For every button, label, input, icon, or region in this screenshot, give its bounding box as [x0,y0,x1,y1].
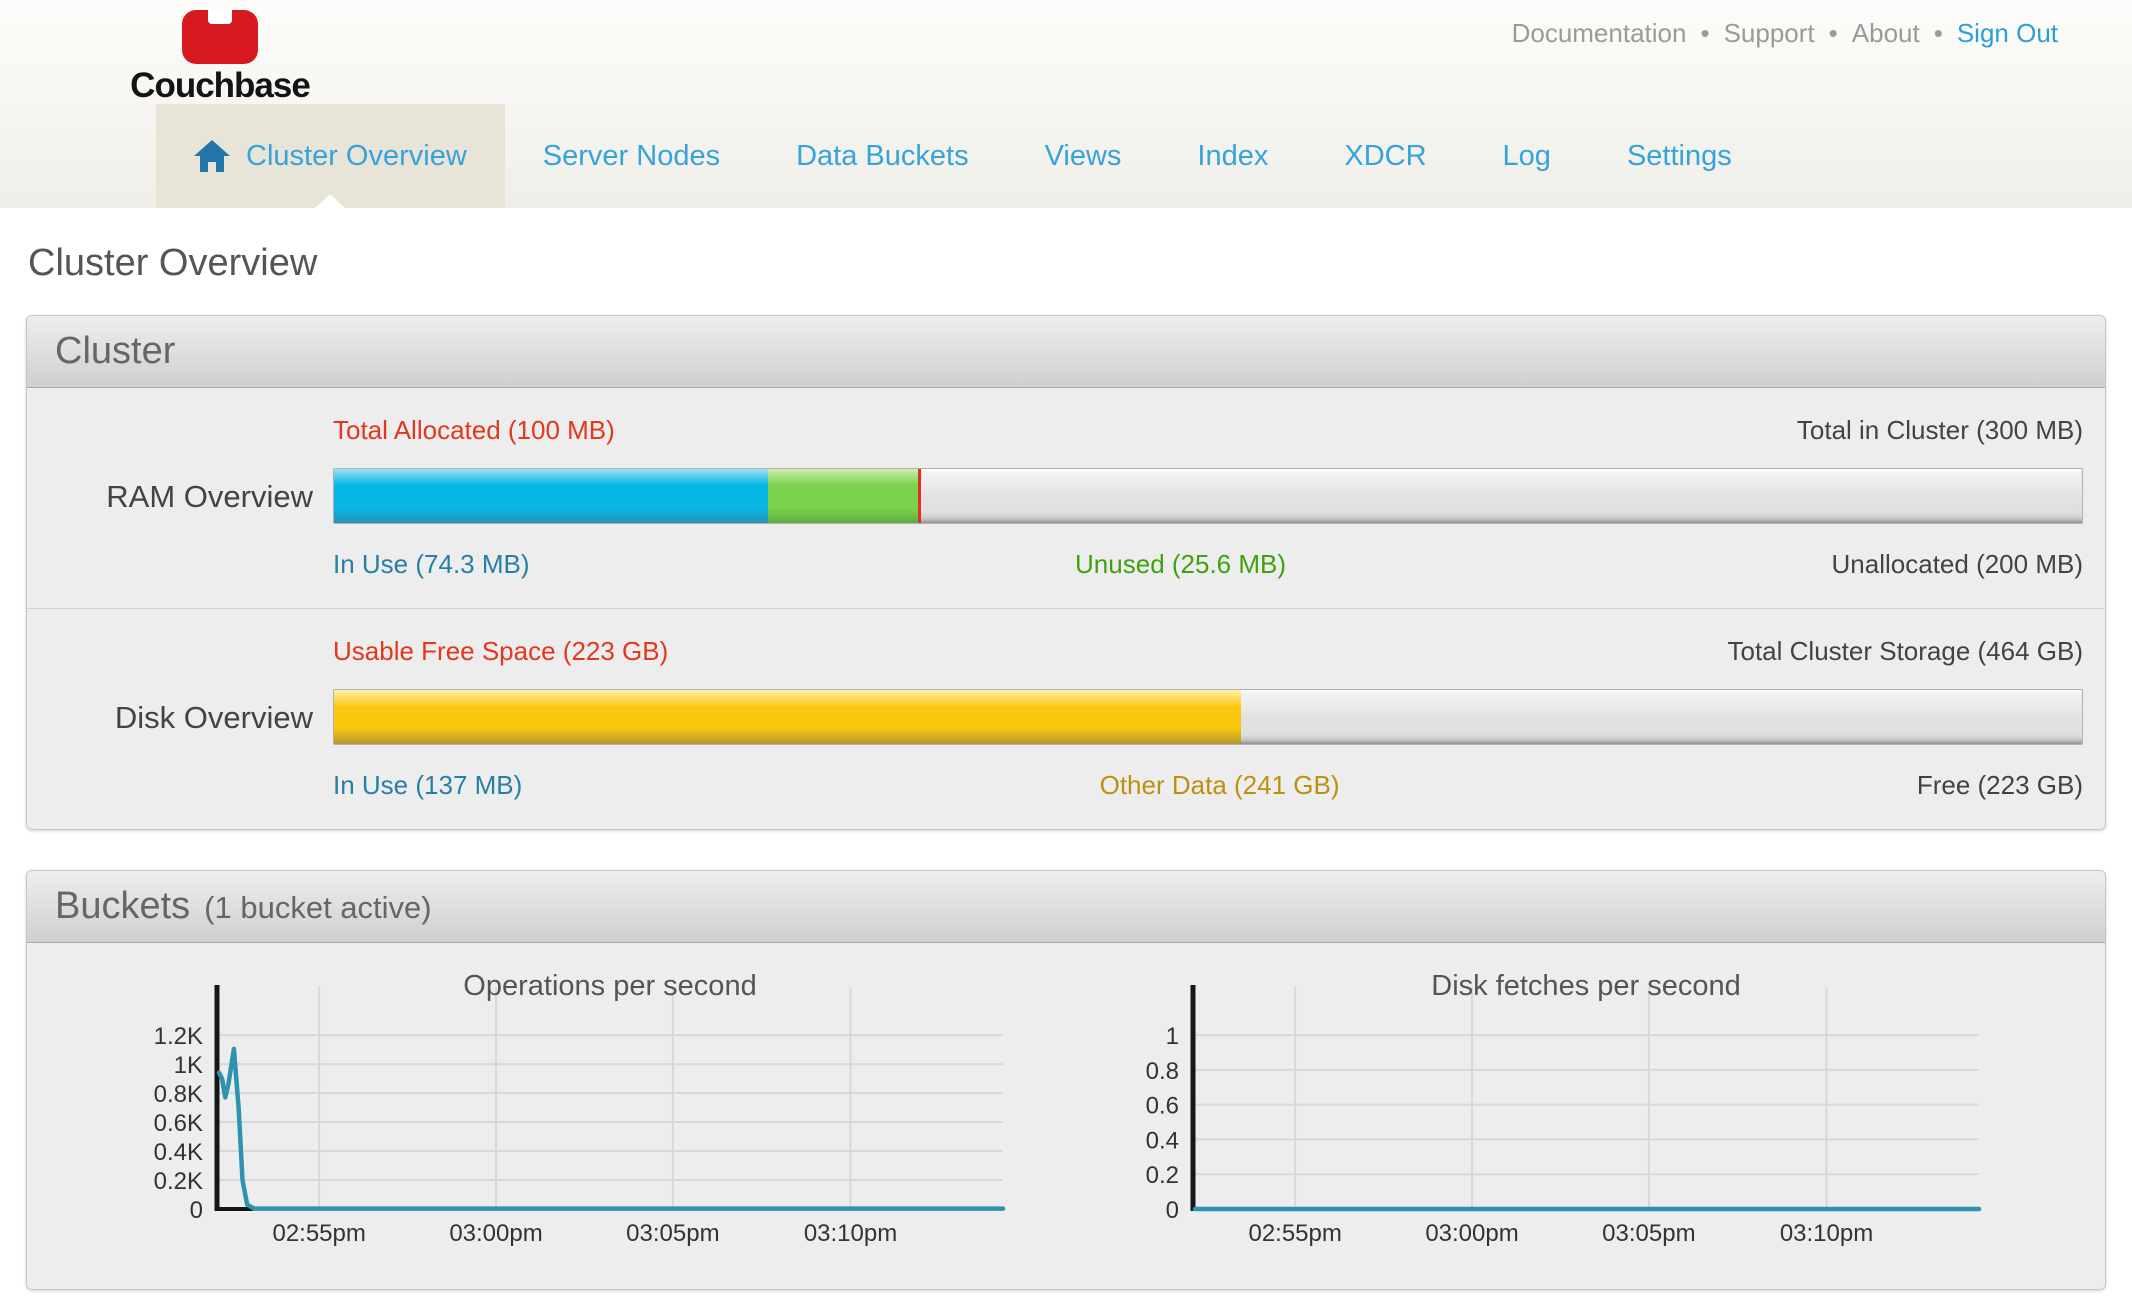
nav-item-log[interactable]: Log [1465,104,1589,208]
couchbase-icon [182,10,258,64]
buckets-panel-title: Buckets [55,885,190,928]
nav-label: Cluster Overview [246,140,467,173]
ram-total-in-cluster-label: Total in Cluster (300 MB) [1797,415,2083,446]
buckets-panel: Buckets (1 bucket active) 00.2K0.4K0.6K0… [26,870,2106,1290]
link-separator: • [1934,18,1943,48]
svg-text:0.6: 0.6 [1146,1093,1179,1120]
svg-text:0.8K: 0.8K [154,1081,203,1108]
nav-label: Data Buckets [796,140,968,173]
link-separator: • [1700,18,1709,48]
disk-row-label: Disk Overview [115,700,333,736]
nav-item-data-buckets[interactable]: Data Buckets [758,104,1006,208]
disk-fetches-per-second-chart: 0 0.2 0.4 0.6 0.8 1 02:55pm 03:00pm 03:05pm 03:10… [1115,969,1995,1269]
nav-item-index[interactable]: Index [1159,104,1306,208]
nav-label: XDCR [1344,140,1426,173]
link-documentation[interactable]: Documentation [1512,18,1687,48]
svg-text:02:55pm: 02:55pm [1248,1220,1341,1247]
svg-text:03:00pm: 03:00pm [449,1220,542,1247]
link-sign-out[interactable]: Sign Out [1957,18,2058,48]
svg-text:0.6K: 0.6K [154,1110,203,1137]
svg-text:02:55pm: 02:55pm [272,1220,365,1247]
nav-item-cluster-overview[interactable]: Cluster Overview [156,104,505,208]
disk-other-data-label: Other Data (241 GB) [1100,770,1340,801]
svg-text:0.2: 0.2 [1146,1162,1179,1189]
disk-total-storage-label: Total Cluster Storage (464 GB) [1728,636,2084,667]
svg-text:0: 0 [190,1197,203,1224]
cluster-panel-body: RAM Overview Total Allocated (100 MB) To… [27,388,2105,829]
brand-logo: Couchbase [122,10,318,106]
nav-item-xdcr[interactable]: XDCR [1306,104,1464,208]
top-header: Couchbase Documentation • Support • About • Si… [0,0,2132,104]
svg-text:Disk fetches per second: Disk fetches per second [1431,970,1740,1002]
svg-text:03:00pm: 03:00pm [1425,1220,1518,1247]
ram-total-allocated-label: Total Allocated (100 MB) [333,415,615,446]
disk-bar-segment-used [334,690,1241,744]
operations-per-second-chart: 00.2K0.4K0.6K0.8K1K1.2K 02:55pm 03:00pm 03:… [139,969,1019,1269]
link-separator: • [1829,18,1838,48]
svg-text:0.4K: 0.4K [154,1139,203,1166]
buckets-panel-header: Buckets (1 bucket active) [27,871,2105,943]
ram-bar-allocated-marker [918,469,921,523]
svg-text:1: 1 [1166,1023,1179,1050]
page-title: Cluster Overview [28,242,2132,285]
ram-usage-bar [333,468,2083,524]
svg-text:03:05pm: 03:05pm [626,1220,719,1247]
main-nav: Cluster Overview Server Nodes Data Bucke… [0,104,2132,208]
svg-text:0: 0 [1166,1197,1179,1224]
ram-unallocated-label: Unallocated (200 MB) [1832,549,2083,580]
cluster-panel-header: Cluster [27,316,2105,388]
ram-bar-segment-unused [768,469,918,523]
cluster-panel-title: Cluster [55,330,175,373]
disk-usage-bar [333,689,2083,745]
header-links: Documentation • Support • About • Sign Out [1512,18,2058,49]
disk-overview-row: Disk Overview Usable Free Space (223 GB)… [27,608,2105,829]
ram-in-use-label: In Use (74.3 MB) [333,549,530,580]
nav-label: Views [1045,140,1122,173]
nav-item-views[interactable]: Views [1007,104,1160,208]
nav-label: Log [1503,140,1551,173]
ram-row-label: RAM Overview [106,479,333,515]
buckets-panel-subtitle: (1 bucket active) [204,890,431,926]
nav-label: Server Nodes [543,140,720,173]
disk-free-label: Free (223 GB) [1917,770,2083,801]
nav-label: Index [1197,140,1268,173]
home-icon [194,140,230,172]
svg-text:1.2K: 1.2K [154,1023,203,1050]
ram-overview-row: RAM Overview Total Allocated (100 MB) To… [27,388,2105,608]
svg-text:03:10pm: 03:10pm [804,1220,897,1247]
svg-text:1K: 1K [174,1052,203,1079]
cluster-panel: Cluster RAM Overview Total Allocated (10… [26,315,2106,830]
disk-in-use-label: In Use (137 MB) [333,770,522,801]
buckets-panel-body: 00.2K0.4K0.6K0.8K1K1.2K02:55pm03:00pm03:… [27,943,2105,1289]
svg-text:Operations per second: Operations per second [463,970,756,1002]
link-about[interactable]: About [1852,18,1920,48]
disk-usable-free-space-label: Usable Free Space (223 GB) [333,636,668,667]
link-support[interactable]: Support [1724,18,1815,48]
svg-text:03:05pm: 03:05pm [1602,1220,1695,1247]
svg-text:0.4: 0.4 [1146,1127,1179,1154]
ram-bar-segment-in-use [334,469,768,523]
svg-text:03:10pm: 03:10pm [1780,1220,1873,1247]
ram-unused-label: Unused (25.6 MB) [1075,549,1286,580]
nav-item-server-nodes[interactable]: Server Nodes [505,104,758,208]
brand-name: Couchbase [122,66,318,106]
nav-label: Settings [1627,140,1732,173]
svg-text:0.2K: 0.2K [154,1168,203,1195]
svg-text:0.8: 0.8 [1146,1058,1179,1085]
nav-item-settings[interactable]: Settings [1589,104,1770,208]
